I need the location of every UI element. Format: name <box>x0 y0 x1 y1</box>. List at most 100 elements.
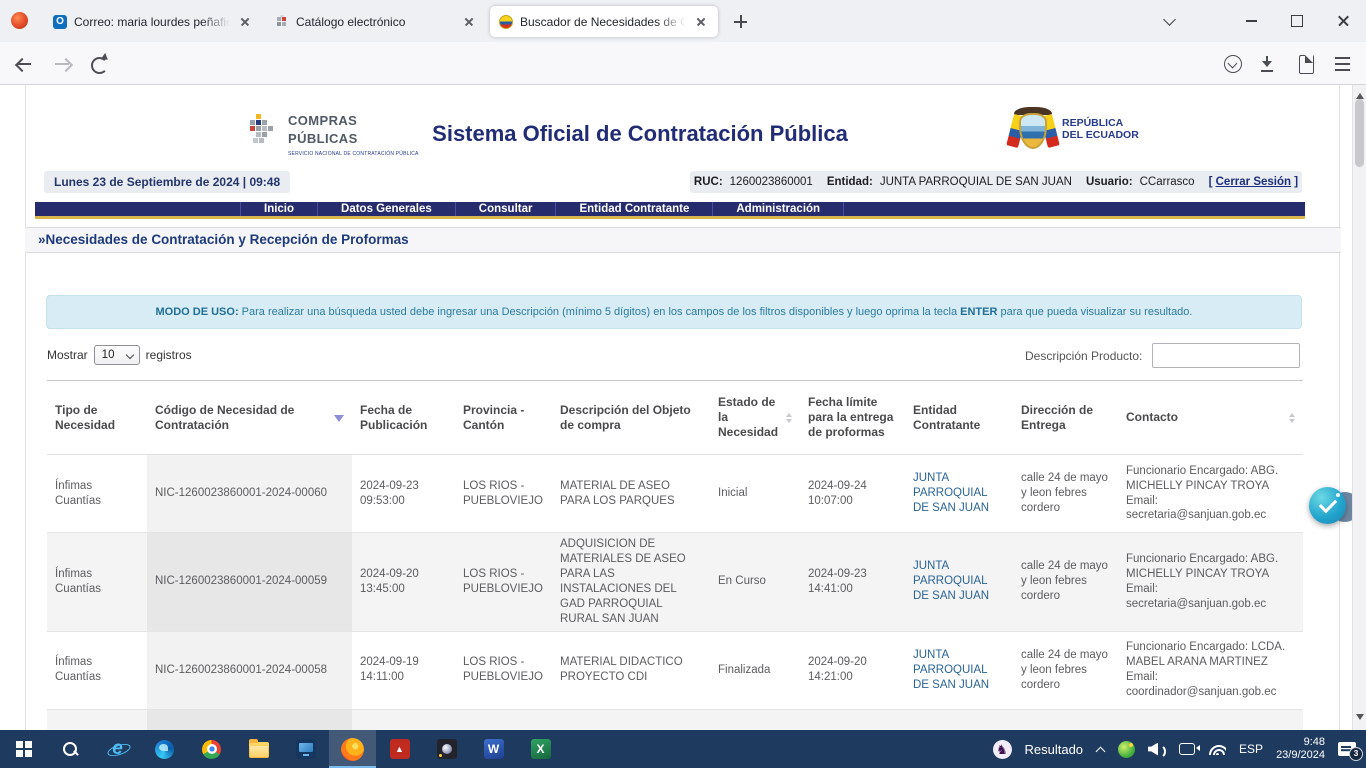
col-direccion[interactable]: Dirección de Entrega <box>1013 381 1118 455</box>
clock-time: 9:48 <box>1304 736 1325 749</box>
page-title: Sistema Oficial de Contratación Pública <box>380 121 900 147</box>
cell-direccion: calle 24 de mayo y leon febres cordero <box>1013 631 1118 709</box>
logout-link[interactable]: [ Cerrar Sesión ] <box>1209 176 1299 188</box>
acrobat-taskbar-button[interactable] <box>376 730 423 768</box>
back-button[interactable] <box>8 48 40 80</box>
tray-app-label[interactable]: Resultado <box>1025 742 1084 757</box>
excel-icon <box>531 739 551 759</box>
assistant-bubble[interactable] <box>1309 487 1346 524</box>
pocket-icon[interactable] <box>1217 48 1249 80</box>
cell-fecha_limite: 2024-09-20 14:21:00 <box>800 631 905 709</box>
speaker-icon[interactable] <box>1148 743 1166 756</box>
close-tab-icon[interactable] <box>237 14 253 30</box>
ruc-label: RUC: <box>694 176 723 188</box>
nav-item[interactable]: Administración <box>712 202 844 216</box>
taskbar-apps <box>0 730 564 768</box>
scroll-down-icon[interactable] <box>1356 714 1364 724</box>
close-tab-icon[interactable] <box>461 14 477 30</box>
entidad-link[interactable]: JUNTA PARROQUIAL DE SAN JUAN <box>913 472 989 514</box>
entity-label: Entidad: <box>827 176 873 188</box>
tab-title: Correo: maria lourdes peñafiel p <box>74 15 230 29</box>
internet-explorer-taskbar-button[interactable] <box>94 730 141 768</box>
usage-note: MODO DE USO: Para realizar una búsqueda … <box>46 295 1302 329</box>
sort-desc-icon <box>334 415 344 427</box>
tab-correo[interactable]: Correo: maria lourdes peñafiel p <box>44 6 262 37</box>
chevron-up-icon[interactable] <box>1096 745 1105 754</box>
new-tab-button[interactable] <box>732 13 750 31</box>
per-page-select[interactable]: 10 <box>94 345 140 365</box>
col-codigo[interactable]: Código de Necesidad de Contratación <box>147 381 352 455</box>
chrome-taskbar-button[interactable] <box>188 730 235 768</box>
windows-start-icon <box>16 741 32 757</box>
col-descripcion[interactable]: Descripción del Objeto de compra <box>552 381 710 455</box>
cell-fecha_pub: 2024-09-20 13:45:00 <box>352 533 455 632</box>
main-nav: InicioDatos GeneralesConsultarEntidad Co… <box>35 202 1305 219</box>
cell-provincia <box>455 709 552 730</box>
internet-explorer-icon <box>108 739 128 759</box>
logo-line: PÚBLICAS <box>288 131 358 146</box>
camera-app-taskbar-button[interactable] <box>423 730 470 768</box>
product-description-input[interactable] <box>1152 343 1300 368</box>
forward-button[interactable] <box>46 48 78 80</box>
meet-now-icon[interactable] <box>1179 743 1195 755</box>
acrobat-icon <box>390 739 410 759</box>
nav-item[interactable]: Inicio <box>240 202 317 216</box>
maximize-button[interactable] <box>1274 0 1320 42</box>
taskbar-search-taskbar-button[interactable] <box>47 730 94 768</box>
wifi-icon[interactable] <box>1208 743 1226 755</box>
firefox-taskbar-button[interactable] <box>329 730 376 768</box>
downloads-icon[interactable] <box>1254 48 1286 80</box>
close-tab-icon[interactable] <box>693 14 709 30</box>
premier-league-icon[interactable] <box>993 740 1012 759</box>
scrollbar[interactable] <box>1352 85 1366 730</box>
windows-start-taskbar-button[interactable] <box>0 730 47 768</box>
col-fecha_limite[interactable]: Fecha límite para la entrega de proforma… <box>800 381 905 455</box>
entidad-link[interactable]: JUNTA PARROQUIAL DE SAN JUAN <box>913 560 989 602</box>
entidad-link[interactable]: JUNTA PARROQUIAL DE SAN JUAN <box>913 649 989 691</box>
cell-codigo: NIC-1260023860001-2024-00058 <box>147 631 352 709</box>
datetime-bar: Lunes 23 de Septiembre de 2024 | 09:48 <box>44 171 290 193</box>
file-explorer-taskbar-button[interactable] <box>235 730 282 768</box>
cell-estado <box>710 709 800 730</box>
word-taskbar-button[interactable] <box>470 730 517 768</box>
col-provincia[interactable]: Provincia - Cantón <box>455 381 552 455</box>
tab-list-chevron-icon[interactable] <box>1146 0 1192 42</box>
republic-label: REPÚBLICADEL ECUADOR <box>1062 117 1139 141</box>
col-entidad[interactable]: Entidad Contratante <box>905 381 1013 455</box>
col-fecha_pub[interactable]: Fecha de Publicación <box>352 381 455 455</box>
notifications-icon[interactable]: 3 <box>1338 742 1356 756</box>
nav-item[interactable]: Consultar <box>455 202 556 216</box>
reload-button[interactable] <box>82 48 114 80</box>
cell-fecha_pub: 2024-09-19 14:11:00 <box>352 631 455 709</box>
nav-item[interactable]: Datos Generales <box>317 202 455 216</box>
close-window-button[interactable] <box>1320 0 1366 42</box>
menu-hamburger-icon[interactable] <box>1327 48 1359 80</box>
logo-line: COMPRAS <box>288 113 357 128</box>
excel-taskbar-button[interactable] <box>517 730 564 768</box>
monitor-app-taskbar-button[interactable] <box>282 730 329 768</box>
col-estado[interactable]: Estado de la Necesidad <box>710 381 800 455</box>
ecuador-crest-icon <box>499 15 513 29</box>
nav-item[interactable]: Entidad Contratante <box>555 202 712 216</box>
col-tipo[interactable]: Tipo de Necesidad <box>47 381 147 455</box>
desktop: Correo: maria lourdes peñafiel p Catálog… <box>0 0 1366 768</box>
tab-buscador-active[interactable]: Buscador de Necesidades de Co <box>490 6 718 37</box>
session-bar: RUC: 1260023860001 Entidad: JUNTA PARROQ… <box>690 171 1302 193</box>
edge-taskbar-button[interactable] <box>141 730 188 768</box>
cell-estado: Inicial <box>710 455 800 533</box>
save-page-icon[interactable] <box>1291 48 1323 80</box>
cell-estado: En Curso <box>710 533 800 632</box>
scroll-up-icon[interactable] <box>1356 89 1364 99</box>
tab-catalogo[interactable]: Catálogo electrónico <box>266 6 486 37</box>
records-label: registros <box>146 348 192 362</box>
page-heading: »Necesidades de Contratación y Recepción… <box>25 227 1341 253</box>
antivirus-icon[interactable] <box>1118 741 1135 758</box>
scrollbar-thumb[interactable] <box>1355 99 1364 167</box>
clock[interactable]: 9:48 23/9/2024 <box>1276 736 1325 762</box>
language-indicator[interactable]: ESP <box>1239 742 1263 756</box>
minimize-button[interactable] <box>1228 0 1274 42</box>
cell-descripcion: ADQUISICION DE MATERIALES DE ASEO PARA L… <box>552 533 710 632</box>
cell-contacto: Funcionario Encargado: LCDA. MABEL ARANA… <box>1118 631 1303 709</box>
col-contacto[interactable]: Contacto <box>1118 381 1303 455</box>
cell-provincia: LOS RIOS - PUEBLOVIEJO <box>455 455 552 533</box>
